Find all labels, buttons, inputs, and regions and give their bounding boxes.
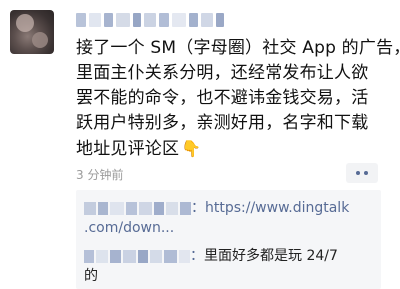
comment-item[interactable]: ：https://www.dingtalk .com/down...: [84, 198, 376, 238]
more-button[interactable]: [346, 163, 378, 183]
post-line: 罢不能的命令，也不避讳金钱交易，活: [76, 88, 369, 108]
more-dots-icon: [356, 171, 360, 175]
commenter-name-redacted[interactable]: [84, 249, 190, 263]
post-line: 里面主仆关系分明，还经常发布让人欲: [76, 63, 369, 83]
avatar-blur: [32, 32, 48, 48]
commenter-name-redacted[interactable]: [84, 201, 191, 215]
post-text: 接了一个 SM（字母圈）社交 App 的广告， 里面主仆关系分明，还经常发布让人…: [76, 36, 400, 162]
comments-panel: ：https://www.dingtalk .com/down... ：里面好多…: [76, 190, 381, 289]
post-line: 地址见评论区: [76, 139, 180, 159]
more-dots-icon: [364, 171, 368, 175]
post-line: 接了一个 SM（字母圈）社交 App 的广告，: [76, 38, 400, 58]
post-timestamp: 3 分钟前: [76, 168, 124, 182]
post-line-last: 地址见评论区 👇: [76, 136, 396, 162]
comment-text: 里面好多都是玩 24/7: [204, 248, 338, 264]
username-redacted[interactable]: [76, 12, 236, 28]
avatar-blur: [16, 14, 34, 32]
comment-item[interactable]: ：里面好多都是玩 24/7 的: [84, 246, 376, 286]
comment-link[interactable]: https://www.dingtalk: [205, 200, 349, 216]
comment-separator: ：: [191, 200, 205, 216]
comment-text-continued: 的: [84, 268, 98, 284]
post-line: 跃用户特别多，亲测好用，名字和下载: [76, 113, 369, 133]
comment-link-continued[interactable]: .com/down...: [84, 220, 174, 236]
pointing-down-icon: 👇: [181, 139, 202, 158]
comment-separator: ：: [190, 248, 204, 264]
avatar[interactable]: [10, 10, 54, 54]
